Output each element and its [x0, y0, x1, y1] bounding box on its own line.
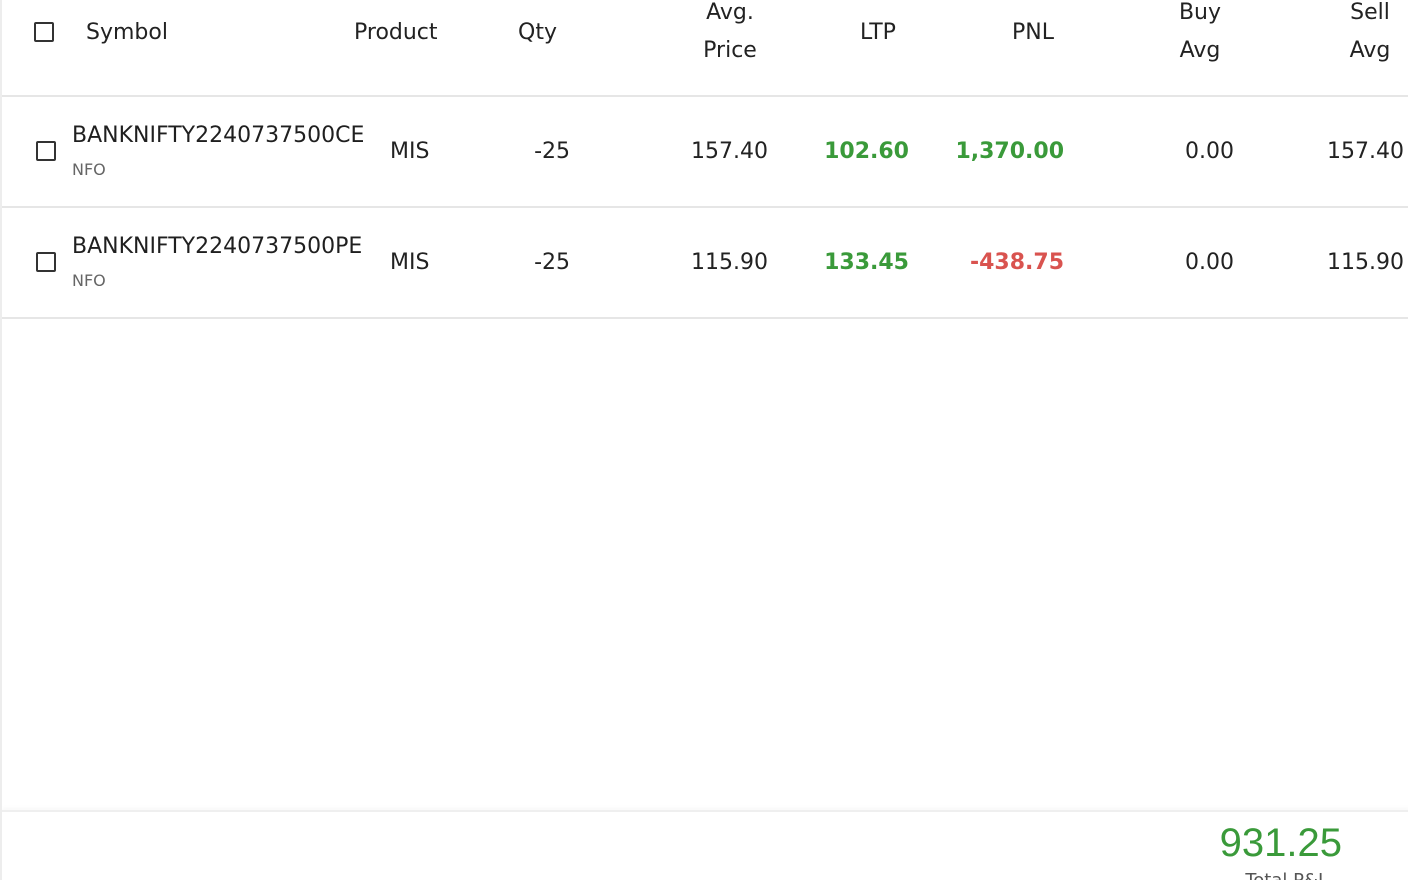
row-pnl: 1,370.00	[955, 139, 1064, 164]
positions-table: Symbol Product Qty Avg. Price LTP PNL Bu…	[0, 0, 1408, 880]
row-buy-avg: 0.00	[1185, 250, 1234, 275]
row-ltp: 133.45	[824, 250, 909, 275]
header-buy-avg-line2: Avg	[1179, 38, 1221, 63]
total-pnl-value: 931.25	[1219, 821, 1342, 865]
row-qty: -25	[534, 139, 570, 164]
row-checkbox[interactable]	[36, 141, 56, 161]
row-sell-avg: 115.90	[1327, 250, 1404, 275]
row-symbol[interactable]: BANKNIFTY2240737500PE	[72, 233, 362, 261]
header-avg-price-line1: Avg.	[706, 0, 754, 25]
header-sell-avg-line2: Avg	[1349, 38, 1391, 63]
table-header: Symbol Product Qty Avg. Price LTP PNL Bu…	[2, 0, 1408, 97]
row-pnl: -438.75	[969, 250, 1064, 275]
row-avg-price: 157.40	[691, 139, 768, 164]
header-avg-price[interactable]: Avg. Price	[692, 0, 768, 70]
row-buy-avg: 0.00	[1185, 139, 1234, 164]
row-product: MIS	[390, 250, 430, 275]
header-buy-avg-line1: Buy	[1178, 0, 1222, 25]
header-qty[interactable]: Qty	[518, 14, 557, 52]
row-exchange: NFO	[72, 271, 106, 290]
header-sell-avg-line1: Sell	[1350, 0, 1390, 25]
header-product[interactable]: Product	[354, 14, 438, 52]
table-row[interactable]: BANKNIFTY2240737500PE NFO MIS -25 115.90…	[2, 208, 1408, 319]
row-qty: -25	[534, 250, 570, 275]
header-buy-avg[interactable]: Buy Avg	[1172, 0, 1228, 70]
header-ltp[interactable]: LTP	[860, 14, 896, 52]
totals-footer: 931.25 Total P&L	[2, 810, 1408, 880]
header-avg-price-line2: Price	[703, 38, 757, 63]
header-symbol[interactable]: Symbol	[86, 14, 168, 52]
row-ltp: 102.60	[824, 139, 909, 164]
select-all-checkbox[interactable]	[34, 22, 54, 42]
total-pnl-label: Total P&L	[1245, 870, 1328, 880]
row-sell-avg: 157.40	[1327, 139, 1404, 164]
row-exchange: NFO	[72, 160, 106, 179]
row-symbol[interactable]: BANKNIFTY2240737500CE	[72, 122, 364, 150]
row-product: MIS	[390, 139, 430, 164]
header-pnl[interactable]: PNL	[1012, 14, 1054, 52]
row-avg-price: 115.90	[691, 250, 768, 275]
header-sell-avg[interactable]: Sell Avg	[1342, 0, 1398, 70]
row-checkbox[interactable]	[36, 252, 56, 272]
table-row[interactable]: BANKNIFTY2240737500CE NFO MIS -25 157.40…	[2, 97, 1408, 208]
